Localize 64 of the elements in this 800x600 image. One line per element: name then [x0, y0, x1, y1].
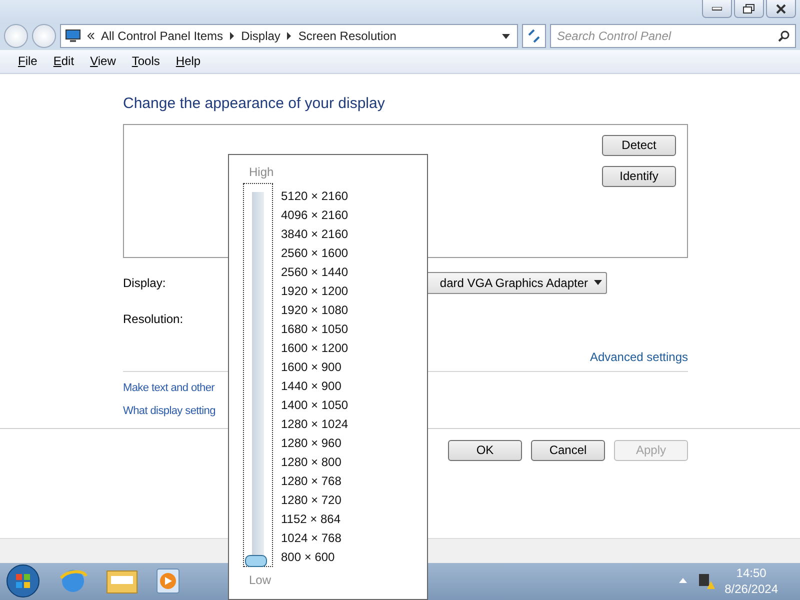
- field-label: Resolution:: [123, 312, 184, 326]
- clock-date: 8/26/2024: [724, 581, 778, 598]
- resolution-option[interactable]: 1680 × 1050: [281, 320, 348, 339]
- help-link[interactable]: What display setting: [123, 404, 216, 417]
- resolution-option[interactable]: 1600 × 1200: [281, 339, 348, 358]
- dropdown-arrow-icon: [594, 280, 602, 286]
- help-link[interactable]: Make text and other: [123, 382, 215, 394]
- network-warning-icon: [696, 572, 715, 590]
- resolution-option[interactable]: 1152 × 864: [281, 510, 348, 529]
- monitor-icon: [65, 29, 81, 44]
- resolution-option[interactable]: 1440 × 900: [281, 377, 348, 396]
- clock-time: 14:50: [736, 565, 766, 582]
- address-bar[interactable]: All Control Panel Items Display Screen Resolution: [60, 24, 518, 48]
- resolution-option[interactable]: 1280 × 768: [281, 472, 348, 491]
- resolution-option[interactable]: 2560 × 1600: [281, 244, 348, 263]
- breadcrumb[interactable]: Display: [241, 29, 280, 44]
- resolution-option[interactable]: 1024 × 768: [281, 529, 348, 548]
- dropdown-arrow-icon: [499, 32, 513, 40]
- menu-item[interactable]: View: [84, 52, 122, 70]
- dialog-button[interactable]: Cancel: [531, 440, 605, 461]
- field-label: Display:: [123, 276, 167, 290]
- resolution-option[interactable]: 4096 × 2160: [281, 206, 348, 225]
- action-button[interactable]: Identify: [602, 166, 676, 187]
- resolution-option[interactable]: 1280 × 960: [281, 434, 348, 453]
- resolution-slider[interactable]: [243, 183, 273, 567]
- caret-up-icon: [678, 578, 687, 584]
- refresh-button[interactable]: [522, 24, 546, 48]
- resolution-option[interactable]: 2560 × 1440: [281, 263, 348, 282]
- resolution-option[interactable]: 1400 × 1050: [281, 396, 348, 415]
- search-icon: [778, 30, 790, 42]
- menu-item[interactable]: File: [12, 52, 44, 70]
- minimize-button[interactable]: [702, 0, 732, 18]
- resolution-option[interactable]: 3840 × 2160: [281, 225, 348, 244]
- slider-thumb[interactable]: [245, 555, 267, 567]
- resolution-option[interactable]: 1280 × 1024: [281, 415, 348, 434]
- dialog-button[interactable]: OK: [448, 440, 522, 461]
- page-heading: Change the appearance of your display: [123, 94, 386, 112]
- breadcrumb[interactable]: Screen Resolution: [298, 29, 396, 44]
- resolution-option[interactable]: 1280 × 720: [281, 491, 348, 510]
- chevron-right-icon: [229, 32, 236, 40]
- menu-item[interactable]: Edit: [47, 52, 80, 70]
- start-orb-icon: [6, 564, 40, 598]
- breadcrumb[interactable]: All Control Panel Items: [101, 29, 224, 44]
- close-button[interactable]: [766, 0, 796, 18]
- menu-item[interactable]: Help: [170, 52, 207, 70]
- restore-button[interactable]: [734, 0, 764, 18]
- resolution-option[interactable]: 1280 × 800: [281, 453, 348, 472]
- resolution-option[interactable]: 5120 × 2160: [281, 187, 348, 206]
- chevron-right-icon: [286, 32, 292, 40]
- advanced-settings-link[interactable]: Advanced settings: [590, 350, 688, 364]
- resolution-option[interactable]: 1600 × 900: [281, 358, 348, 377]
- resolution-option[interactable]: 1920 × 1080: [281, 301, 348, 320]
- close-icon: [776, 4, 786, 14]
- search-field[interactable]: Search Control Panel: [550, 24, 796, 48]
- action-button[interactable]: Detect: [602, 134, 676, 156]
- high-label: High: [249, 165, 275, 179]
- resolution-option[interactable]: 800 × 600: [281, 548, 348, 567]
- low-label: Low: [249, 573, 272, 587]
- play-icon: [156, 568, 180, 594]
- menu-item[interactable]: Tools: [126, 52, 166, 70]
- double-chevron-icon: [87, 32, 95, 40]
- minimize-icon: [712, 6, 722, 10]
- resolution-option[interactable]: 1920 × 1200: [281, 282, 348, 301]
- restore-icon: [743, 4, 755, 14]
